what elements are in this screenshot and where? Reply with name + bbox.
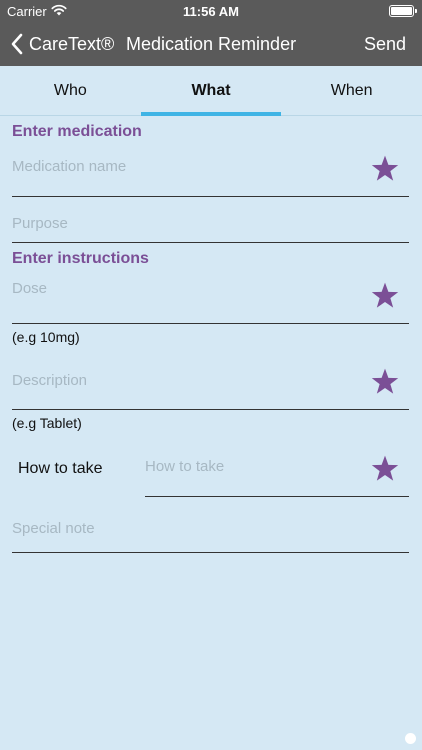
description-placeholder: Description xyxy=(12,372,88,389)
tab-what[interactable]: What xyxy=(140,66,282,116)
dose-field[interactable]: Dose xyxy=(12,272,409,324)
page-title: Medication Reminder xyxy=(126,34,297,54)
status-bar: Carrier 11:56 AM xyxy=(0,0,422,22)
back-button[interactable]: CareText® xyxy=(10,22,114,66)
required-star-icon xyxy=(371,155,399,181)
required-star-icon xyxy=(371,455,399,481)
back-button-label: CareText® xyxy=(29,33,115,54)
how-to-take-label: How to take xyxy=(18,460,103,477)
tab-who[interactable]: Who xyxy=(0,66,141,115)
required-star-icon xyxy=(371,282,399,308)
description-field[interactable]: Description xyxy=(12,364,409,410)
how-to-take-placeholder: How to take xyxy=(145,458,225,475)
how-to-take-field[interactable]: How to take xyxy=(145,450,409,497)
status-time: 11:56 AM xyxy=(183,4,239,19)
battery-icon xyxy=(389,5,417,17)
tab-when[interactable]: When xyxy=(281,66,422,115)
special-note-placeholder: Special note xyxy=(12,520,95,537)
dose-hint: (e.g 10mg) xyxy=(12,329,80,345)
section-title-instructions: Enter instructions xyxy=(12,250,149,267)
send-button[interactable]: Send xyxy=(364,34,406,55)
purpose-placeholder: Purpose xyxy=(12,215,68,232)
required-star-icon xyxy=(371,368,399,394)
medication-name-field[interactable]: Medication name xyxy=(12,150,409,197)
description-hint: (e.g Tablet) xyxy=(12,415,82,431)
medication-name-placeholder: Medication name xyxy=(12,158,127,175)
navigation-bar: CareText® Medication Reminder Send xyxy=(0,22,422,66)
purpose-field[interactable]: Purpose xyxy=(12,207,409,243)
dose-placeholder: Dose xyxy=(12,280,48,297)
assistive-touch-dot[interactable] xyxy=(405,733,416,744)
chevron-left-icon xyxy=(11,33,23,55)
tab-bar: Who What When xyxy=(0,66,422,116)
special-note-field[interactable]: Special note xyxy=(12,512,409,553)
section-title-medication: Enter medication xyxy=(12,123,142,140)
